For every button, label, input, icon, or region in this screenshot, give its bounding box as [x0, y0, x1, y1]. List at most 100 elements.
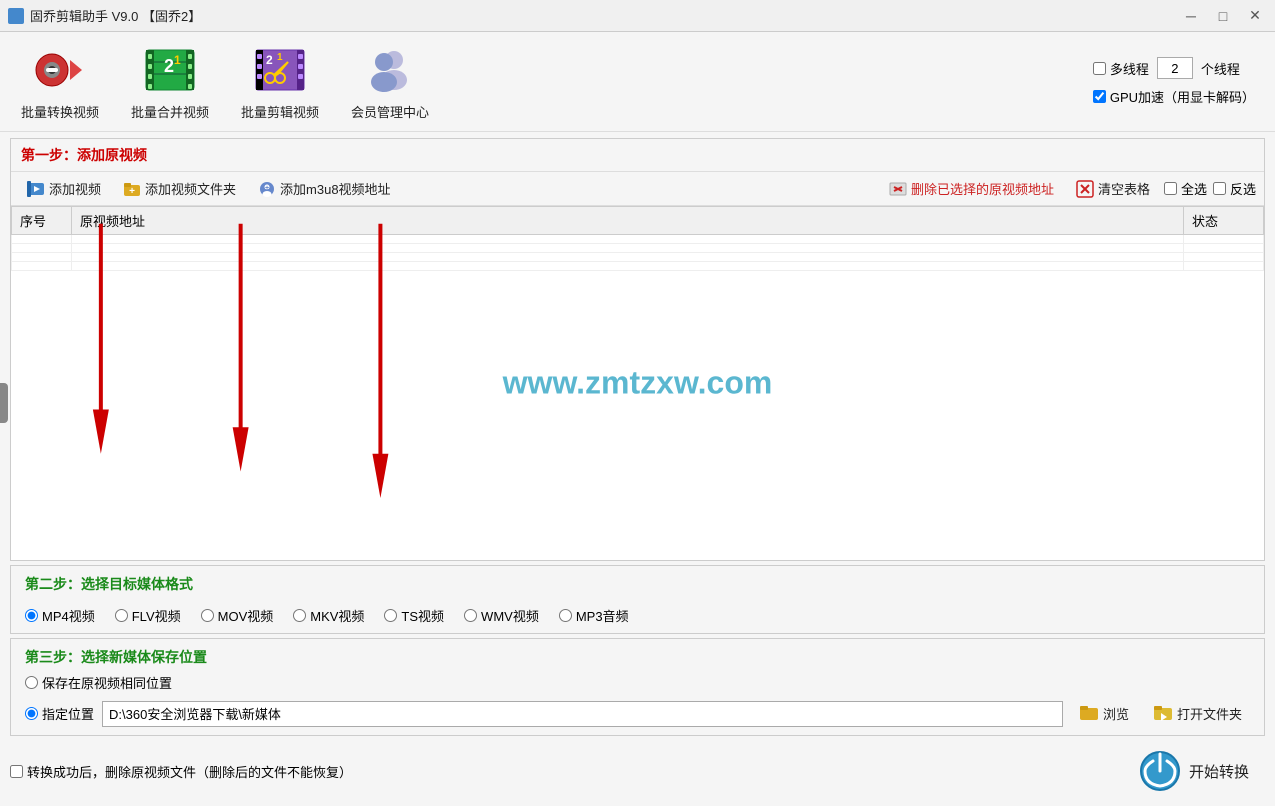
col-path: 原视频地址 [72, 207, 1184, 235]
format-mov-radio[interactable] [201, 609, 214, 622]
batch-merge-tool[interactable]: 2 1 批量合并视频 [130, 42, 210, 121]
title-bar: 固乔剪辑助手 V9.0 【固乔2】 ─ □ ✕ [0, 0, 1275, 32]
step2-panel: 第二步：选择目标媒体格式 MP4视频 FLV视频 MOV视频 MKV视频 TS视… [10, 565, 1265, 634]
batch-merge-icon: 2 1 [142, 42, 198, 98]
start-convert-button[interactable]: 开始转换 [1123, 744, 1265, 798]
add-m3u8-button[interactable]: + 添加m3u8视频地址 [250, 176, 399, 201]
app-icon [8, 8, 24, 24]
specified-path-radio[interactable] [25, 707, 38, 720]
format-ts[interactable]: TS视频 [384, 606, 444, 625]
member-center-label: 会员管理中心 [351, 102, 429, 121]
thread-count-input[interactable]: 2 [1157, 57, 1193, 79]
open-folder-button[interactable]: 打开文件夹 [1145, 700, 1250, 727]
format-wmv[interactable]: WMV视频 [464, 606, 539, 625]
same-as-source-option[interactable]: 保存在原视频相同位置 [25, 673, 172, 692]
multi-thread-checkbox-label[interactable]: 多线程 [1093, 59, 1149, 78]
add-video-button[interactable]: 添加视频 [19, 176, 109, 201]
step1-header: 第一步：添加原视频 [11, 139, 1264, 172]
format-mp3-label: MP3音频 [576, 606, 629, 625]
format-mov-label: MOV视频 [218, 606, 274, 625]
specified-path-option[interactable]: 指定位置 [25, 704, 94, 723]
add-folder-button[interactable]: + 添加视频文件夹 [115, 176, 244, 201]
format-mp4-radio[interactable] [25, 609, 38, 622]
svg-text:1: 1 [174, 53, 181, 67]
save-options: 保存在原视频相同位置 指定位置 D:\360安全浏览器下载\新媒体 [25, 673, 1250, 727]
format-mkv[interactable]: MKV视频 [293, 606, 364, 625]
batch-edit-tool[interactable]: 2 1 批量剪辑视频 [240, 42, 320, 121]
left-handle[interactable] [0, 383, 8, 423]
invert-select-checkbox[interactable] [1213, 182, 1226, 195]
member-center-icon [362, 42, 418, 98]
add-video-label: 添加视频 [49, 179, 101, 198]
format-mp4-label: MP4视频 [42, 606, 95, 625]
step3-panel: 第三步：选择新媒体保存位置 保存在原视频相同位置 指定位置 D:\360安全浏览… [10, 638, 1265, 736]
invert-select-label[interactable]: 反选 [1213, 176, 1256, 201]
batch-convert-label: 批量转换视频 [21, 102, 99, 121]
batch-merge-label: 批量合并视频 [131, 102, 209, 121]
delete-selected-button[interactable]: 删除已选择的原视频地址 [881, 176, 1062, 201]
format-mkv-radio[interactable] [293, 609, 306, 622]
format-ts-radio[interactable] [384, 609, 397, 622]
file-table-container: 序号 原视频地址 状态 www.zmtzxw.com [11, 206, 1264, 560]
format-wmv-label: WMV视频 [481, 606, 539, 625]
clear-table-label: 清空表格 [1098, 179, 1150, 198]
select-all-label[interactable]: 全选 [1164, 176, 1207, 201]
path-input[interactable]: D:\360安全浏览器下载\新媒体 [102, 701, 1063, 727]
format-mp4[interactable]: MP4视频 [25, 606, 95, 625]
gpu-accel-checkbox[interactable] [1093, 90, 1106, 103]
specified-path-row: 指定位置 D:\360安全浏览器下载\新媒体 浏览 [25, 700, 1250, 727]
format-mp3-radio[interactable] [559, 609, 572, 622]
watermark-text: www.zmtzxw.com [503, 365, 773, 402]
svg-text:+: + [265, 185, 269, 192]
member-center-tool[interactable]: 会员管理中心 [350, 42, 430, 121]
multi-thread-label: 多线程 [1110, 59, 1149, 78]
close-button[interactable]: ✕ [1243, 4, 1267, 28]
select-all-checkbox[interactable] [1164, 182, 1177, 195]
format-wmv-radio[interactable] [464, 609, 477, 622]
format-mov[interactable]: MOV视频 [201, 606, 274, 625]
same-as-source-row: 保存在原视频相同位置 [25, 673, 1250, 692]
add-video-icon [27, 180, 45, 198]
delete-after-convert-label[interactable]: 转换成功后，删除原视频文件（删除后的文件不能恢复） [10, 762, 352, 781]
batch-edit-icon: 2 1 [252, 42, 308, 98]
same-as-source-radio[interactable] [25, 676, 38, 689]
browse-button[interactable]: 浏览 [1071, 700, 1137, 727]
file-table: 序号 原视频地址 状态 [11, 206, 1264, 271]
format-ts-label: TS视频 [401, 606, 444, 625]
start-convert-icon [1139, 750, 1181, 792]
open-folder-label: 打开文件夹 [1177, 704, 1242, 723]
title-bar-controls: ─ □ ✕ [1179, 4, 1267, 28]
bottom-bar: 转换成功后，删除原视频文件（删除后的文件不能恢复） 开始转换 [10, 740, 1265, 802]
batch-edit-label: 批量剪辑视频 [241, 102, 319, 121]
format-mp3[interactable]: MP3音频 [559, 606, 629, 625]
right-actions: 删除已选择的原视频地址 清空表格 全选 [881, 176, 1256, 201]
multi-thread-checkbox[interactable] [1093, 62, 1106, 75]
minimize-button[interactable]: ─ [1179, 4, 1203, 28]
gpu-accel-checkbox-label[interactable]: GPU加速（用显卡解码） [1093, 87, 1255, 106]
clear-table-button[interactable]: 清空表格 [1068, 176, 1158, 201]
main-window: 批量转换视频 [0, 32, 1275, 806]
format-flv[interactable]: FLV视频 [115, 606, 181, 625]
col-seq: 序号 [12, 207, 72, 235]
clear-table-icon [1076, 180, 1094, 198]
svg-text:2: 2 [266, 53, 273, 67]
open-folder-icon [1153, 703, 1173, 724]
invert-select-text: 反选 [1230, 179, 1256, 198]
delete-selected-label: 删除已选择的原视频地址 [911, 179, 1054, 198]
step1-panel: 第一步：添加原视频 添加视频 [10, 138, 1265, 561]
svg-text:1: 1 [277, 52, 283, 63]
delete-after-convert-text: 转换成功后，删除原视频文件（删除后的文件不能恢复） [27, 762, 352, 781]
gpu-accel-label: GPU加速（用显卡解码） [1110, 87, 1255, 106]
same-as-source-label: 保存在原视频相同位置 [42, 673, 172, 692]
delete-after-convert-checkbox[interactable] [10, 765, 23, 778]
thread-row: 多线程 2 个线程 [1093, 57, 1255, 79]
add-m3u8-label: 添加m3u8视频地址 [280, 179, 391, 198]
start-convert-label: 开始转换 [1189, 761, 1249, 782]
batch-convert-tool[interactable]: 批量转换视频 [20, 42, 100, 121]
maximize-button[interactable]: □ [1211, 4, 1235, 28]
title-bar-text: 固乔剪辑助手 V9.0 【固乔2】 [30, 6, 1179, 25]
table-row [12, 244, 1264, 253]
format-flv-radio[interactable] [115, 609, 128, 622]
video-table: 序号 原视频地址 状态 [11, 206, 1264, 271]
format-options: MP4视频 FLV视频 MOV视频 MKV视频 TS视频 WMV视频 [25, 606, 1250, 625]
